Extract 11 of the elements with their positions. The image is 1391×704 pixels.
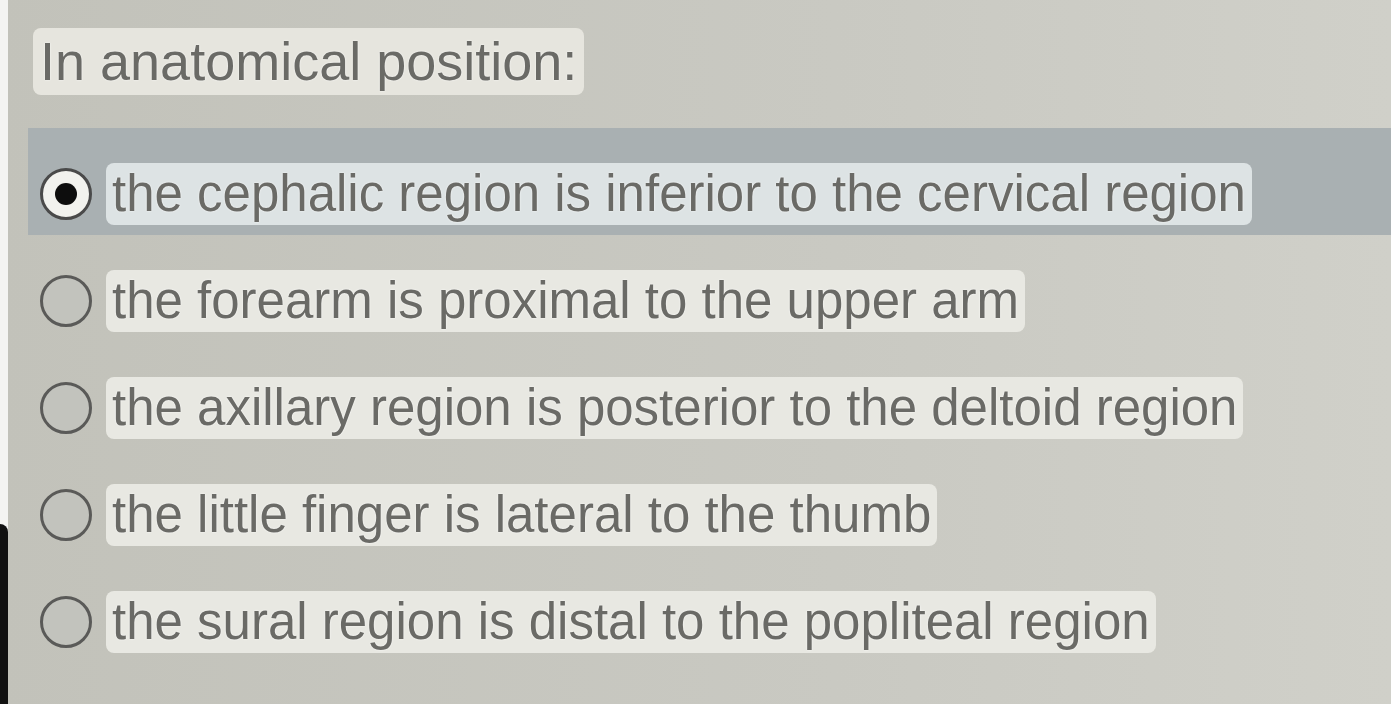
radio-button[interactable] — [40, 168, 92, 220]
answer-option-label[interactable]: the axillary region is posterior to the deltoid region — [106, 377, 1244, 439]
answer-option-label[interactable]: the cephalic region is inferior to the cervical region — [106, 163, 1252, 225]
radio-button[interactable] — [40, 275, 92, 327]
radio-button[interactable] — [40, 596, 92, 648]
answer-option-label[interactable]: the forearm is proximal to the upper arm — [106, 270, 1026, 332]
answer-option-label[interactable]: the little finger is lateral to the thumb — [106, 484, 938, 546]
answer-option-label[interactable]: the sural region is distal to the popliteal region — [106, 591, 1156, 653]
radio-button[interactable] — [40, 489, 92, 541]
question-text: In anatomical position: — [33, 28, 585, 95]
radio-button[interactable] — [40, 382, 92, 434]
